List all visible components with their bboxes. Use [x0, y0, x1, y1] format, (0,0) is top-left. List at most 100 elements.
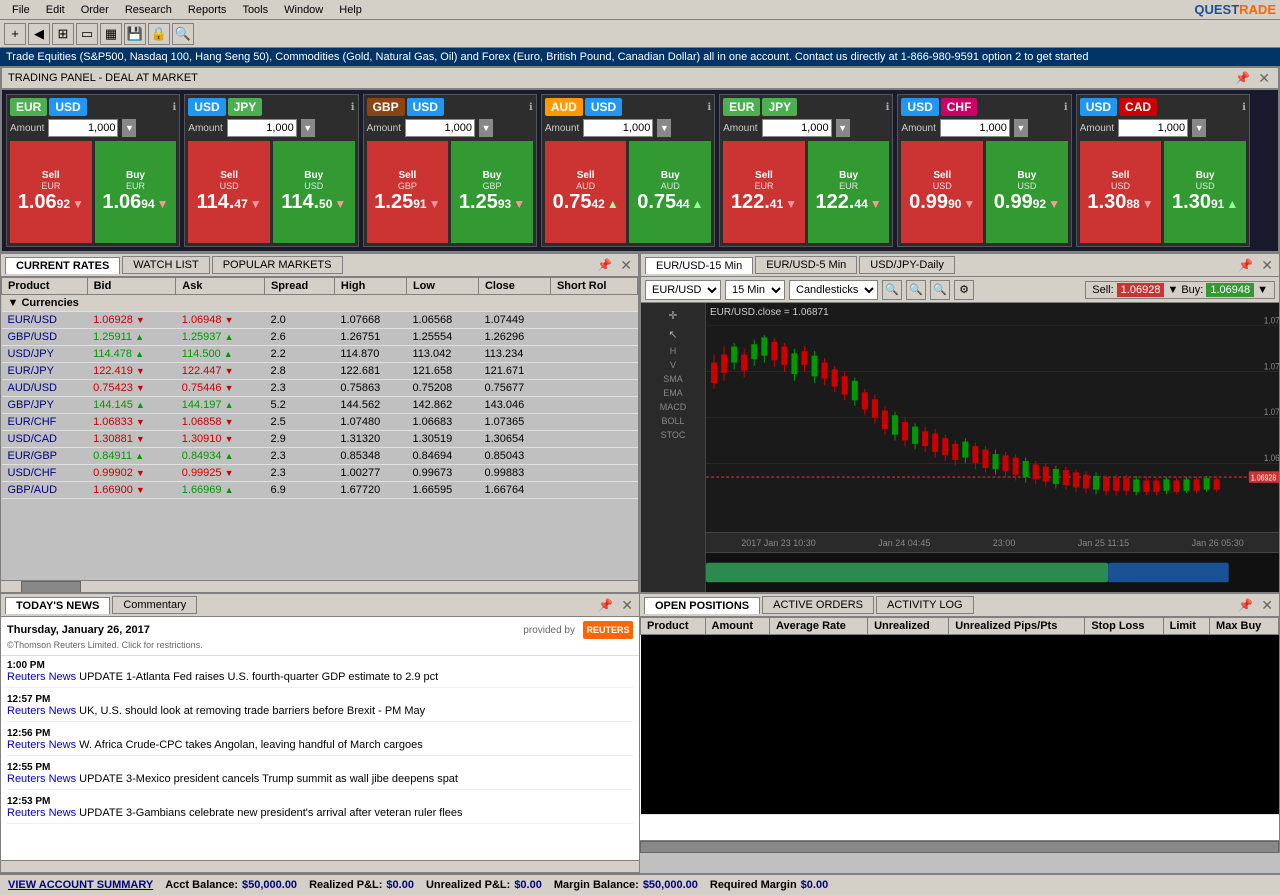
pair-gbpusd-amount-spin[interactable]: ▼ — [479, 119, 493, 137]
menu-order[interactable]: Order — [73, 2, 117, 18]
pair-eurusd-amount-input[interactable] — [48, 119, 118, 137]
news-headline[interactable]: UPDATE 3-Gambians celebrate new presiden… — [79, 807, 462, 819]
chart-timeframe-select[interactable]: 15 Min — [725, 280, 785, 300]
chart-tab-usdjpy-daily[interactable]: USD/JPY-Daily — [859, 256, 955, 274]
rates-table[interactable]: Product Bid Ask Spread High Low Close Sh… — [1, 277, 638, 580]
pair-eurjpy-amount-spin[interactable]: ▼ — [836, 119, 850, 137]
tab-popular-markets[interactable]: POPULAR MARKETS — [212, 256, 343, 274]
pair-usdjpy-sell-btn[interactable]: Sell USD 114. 47 ▼ — [188, 141, 270, 243]
tab-open-positions[interactable]: OPEN POSITIONS — [644, 597, 760, 614]
pair-eurusd-sell-btn[interactable]: Sell EUR 1.06 92 ▼ — [10, 141, 92, 243]
pair-audusd-amount-input[interactable] — [583, 119, 653, 137]
menu-edit[interactable]: Edit — [38, 2, 73, 18]
table-row[interactable]: GBP/JPY 144.145 ▲ 144.197 ▲ 5.2 144.562 … — [2, 397, 638, 414]
chart-type-select[interactable]: Candlesticks — [789, 280, 878, 300]
table-row[interactable]: USD/CHF 0.99902 ▼ 0.99925 ▼ 2.3 1.00277 … — [2, 465, 638, 482]
tab-commentary[interactable]: Commentary — [112, 596, 197, 614]
toolbar-back-btn[interactable]: ◀ — [28, 23, 50, 45]
chart-pair-select[interactable]: EUR/USD — [645, 280, 721, 300]
pair-usdchf-sell-btn[interactable]: Sell USD 0.99 90 ▼ — [901, 141, 983, 243]
menu-window[interactable]: Window — [276, 2, 331, 18]
pair-usdjpy-info[interactable]: ℹ — [351, 102, 355, 113]
tab-watch-list[interactable]: WATCH LIST — [122, 256, 209, 274]
toolbar-window-btn[interactable]: ▭ — [76, 23, 98, 45]
menu-file[interactable]: File — [4, 2, 38, 18]
toolbar-search-btn[interactable]: 🔍 — [172, 23, 194, 45]
news-source[interactable]: Reuters News — [7, 671, 76, 683]
pair-usdcad-buy-btn[interactable]: Buy USD 1.30 91 ▲ — [1164, 141, 1246, 243]
rates-pin-btn[interactable]: 📌 — [595, 258, 614, 272]
table-row[interactable]: AUD/USD 0.75423 ▼ 0.75446 ▼ 2.3 0.75863 … — [2, 380, 638, 397]
pair-usdchf-info[interactable]: ℹ — [1064, 102, 1068, 113]
trading-panel-close[interactable]: ✕ — [1256, 70, 1272, 87]
table-row[interactable]: EUR/USD 1.06928 ▼ 1.06948 ▼ 2.0 1.07668 … — [2, 312, 638, 329]
tab-activity-log[interactable]: ACTIVITY LOG — [876, 596, 974, 614]
chart-indicator-SMA[interactable]: SMA — [643, 373, 703, 385]
menu-research[interactable]: Research — [117, 2, 180, 18]
pair-eurjpy-sell-btn[interactable]: Sell EUR 122. 41 ▼ — [723, 141, 805, 243]
rates-close-btn[interactable]: ✕ — [618, 257, 634, 274]
trading-panel-scrollbar[interactable] — [1254, 94, 1274, 247]
chart-indicator-V[interactable]: V — [643, 359, 703, 371]
news-source[interactable]: Reuters News — [7, 705, 76, 717]
news-headline[interactable]: UPDATE 3-Mexico president cancels Trump … — [79, 773, 458, 785]
table-row[interactable]: EUR/GBP 0.84911 ▲ 0.84934 ▲ 2.3 0.85348 … — [2, 448, 638, 465]
chart-tab-eurusd-5[interactable]: EUR/USD-5 Min — [755, 256, 857, 274]
table-row[interactable]: GBP/USD 1.25911 ▲ 1.25937 ▲ 2.6 1.26751 … — [2, 329, 638, 346]
table-row[interactable]: USD/CAD 1.30881 ▼ 1.30910 ▼ 2.9 1.31320 … — [2, 431, 638, 448]
pair-usdjpy-buy-btn[interactable]: Buy USD 114. 50 ▼ — [273, 141, 355, 243]
positions-scrollbar[interactable] — [640, 840, 1279, 852]
tab-current-rates[interactable]: CURRENT RATES — [5, 257, 120, 274]
chart-tool-cursor[interactable]: ↖ — [643, 326, 703, 343]
pair-usdchf-buy-btn[interactable]: Buy USD 0.99 92 ▼ — [986, 141, 1068, 243]
pair-eurusd-buy-btn[interactable]: Buy EUR 1.06 94 ▼ — [95, 141, 177, 243]
menu-reports[interactable]: Reports — [180, 2, 235, 18]
table-row[interactable]: GBP/AUD 1.66900 ▼ 1.66969 ▲ 6.9 1.67720 … — [2, 482, 638, 499]
positions-content[interactable]: Product Amount Average Rate Unrealized U… — [640, 617, 1279, 840]
chart-indicator-EMA[interactable]: EMA — [643, 387, 703, 399]
scroll-thumb[interactable] — [21, 581, 81, 593]
chart-pin-btn[interactable]: 📌 — [1236, 258, 1255, 272]
pair-audusd-buy-btn[interactable]: Buy AUD 0.75 44 ▲ — [629, 141, 711, 243]
toolbar-save-btn[interactable]: 💾 — [124, 23, 146, 45]
pair-usdcad-sell-btn[interactable]: Sell USD 1.30 88 ▼ — [1080, 141, 1162, 243]
chart-settings-btn[interactable]: ⚙ — [954, 280, 974, 300]
chart-indicator-MACD[interactable]: MACD — [643, 401, 703, 413]
pair-gbpusd-sell-btn[interactable]: Sell GBP 1.25 91 ▼ — [367, 141, 449, 243]
pair-gbpusd-buy-btn[interactable]: Buy GBP 1.25 93 ▼ — [451, 141, 533, 243]
pair-usdjpy-amount-spin[interactable]: ▼ — [301, 119, 315, 137]
news-source[interactable]: Reuters News — [7, 739, 76, 751]
toolbar-add-btn[interactable]: + — [4, 23, 26, 45]
pair-usdcad-info[interactable]: ℹ — [1242, 102, 1246, 113]
table-row[interactable]: USD/JPY 114.478 ▲ 114.500 ▲ 2.2 114.870 … — [2, 346, 638, 363]
pair-eurusd-info[interactable]: ℹ — [172, 102, 176, 113]
menu-help[interactable]: Help — [331, 2, 370, 18]
pair-usdchf-amount-input[interactable] — [940, 119, 1010, 137]
chart-tab-eurusd-15[interactable]: EUR/USD-15 Min — [645, 257, 753, 274]
table-row[interactable]: EUR/JPY 122.419 ▼ 122.447 ▼ 2.8 122.681 … — [2, 363, 638, 380]
news-headline[interactable]: UK, U.S. should look at removing trade b… — [79, 705, 425, 717]
pair-audusd-amount-spin[interactable]: ▼ — [657, 119, 671, 137]
tab-active-orders[interactable]: ACTIVE ORDERS — [762, 596, 874, 614]
news-pin-btn[interactable]: 📌 — [596, 598, 615, 612]
news-headline[interactable]: W. Africa Crude-CPC takes Angolan, leavi… — [79, 739, 423, 751]
pair-gbpusd-info[interactable]: ℹ — [529, 102, 533, 113]
pair-gbpusd-amount-input[interactable] — [405, 119, 475, 137]
menu-tools[interactable]: Tools — [234, 2, 276, 18]
news-close-btn[interactable]: ✕ — [619, 597, 635, 614]
chart-indicator-STOC[interactable]: STOC — [643, 429, 703, 441]
news-headline[interactable]: UPDATE 1-Atlanta Fed raises U.S. fourth-… — [79, 671, 438, 683]
chart-tool-crosshair[interactable]: ✛ — [643, 307, 703, 324]
chart-zoom-in-btn[interactable]: 🔍 — [882, 280, 902, 300]
toolbar-grid-btn[interactable]: ⊞ — [52, 23, 74, 45]
table-row[interactable]: EUR/CHF 1.06833 ▼ 1.06858 ▼ 2.5 1.07480 … — [2, 414, 638, 431]
news-source[interactable]: Reuters News — [7, 773, 76, 785]
news-content[interactable]: 1:00 PM Reuters News UPDATE 1-Atlanta Fe… — [1, 656, 639, 860]
pair-audusd-sell-btn[interactable]: Sell AUD 0.75 42 ▲ — [545, 141, 627, 243]
chart-zoom-out-btn[interactable]: 🔍 — [906, 280, 926, 300]
chart-fit-btn[interactable]: 🔍 — [930, 280, 950, 300]
pair-usdchf-amount-spin[interactable]: ▼ — [1014, 119, 1028, 137]
pair-eurjpy-buy-btn[interactable]: Buy EUR 122. 44 ▼ — [808, 141, 890, 243]
rates-scrollbar-h[interactable] — [1, 580, 638, 592]
chart-indicator-BOLL[interactable]: BOLL — [643, 415, 703, 427]
